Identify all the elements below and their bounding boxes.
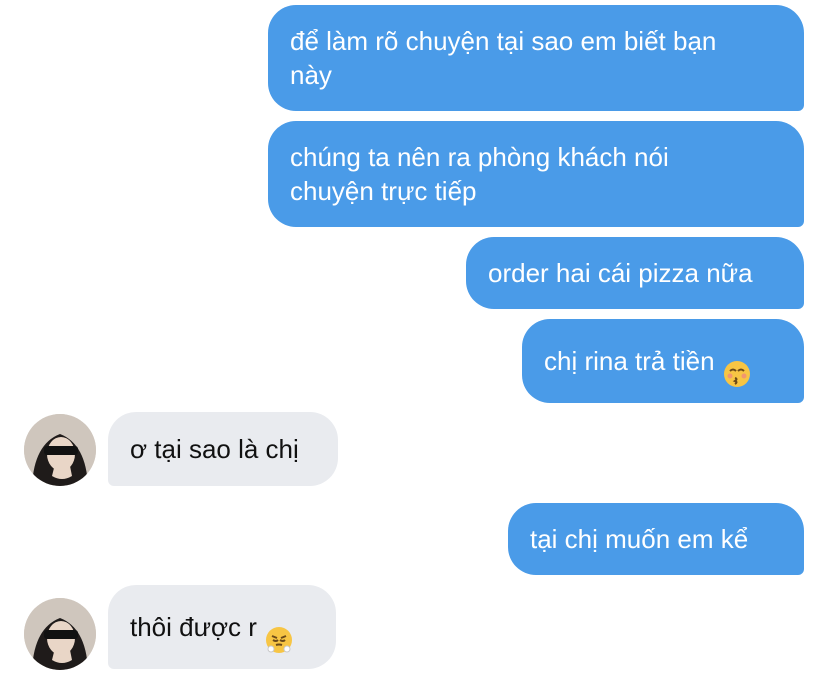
outgoing-message[interactable]: chúng ta nên ra phòng khách nói chuyện t…	[268, 121, 804, 227]
message-text: order hai cái pizza nữa	[488, 258, 753, 288]
message-text: ơ tại sao là chị	[130, 434, 299, 464]
incoming-message[interactable]: ơ tại sao là chị	[108, 412, 338, 486]
message-text: tại chị muốn em kể	[530, 524, 749, 554]
contact-avatar[interactable]	[24, 414, 96, 486]
contact-avatar[interactable]	[24, 598, 96, 670]
steam-from-nose-emoji	[265, 592, 293, 662]
kissing-face-emoji	[723, 326, 751, 396]
message-text: thôi được r	[130, 612, 257, 642]
outgoing-message[interactable]: tại chị muốn em kể	[508, 503, 804, 575]
message-text: chị rina trả tiền	[544, 346, 715, 376]
message-text: chúng ta nên ra phòng khách nói chuyện t…	[290, 142, 669, 206]
incoming-message[interactable]: thôi được r	[108, 585, 336, 669]
outgoing-message[interactable]: chị rina trả tiền	[522, 319, 804, 403]
outgoing-message[interactable]: để làm rõ chuyện tại sao em biết bạn này	[268, 5, 804, 111]
outgoing-message[interactable]: order hai cái pizza nữa	[466, 237, 804, 309]
message-text: để làm rõ chuyện tại sao em biết bạn này	[290, 26, 717, 90]
